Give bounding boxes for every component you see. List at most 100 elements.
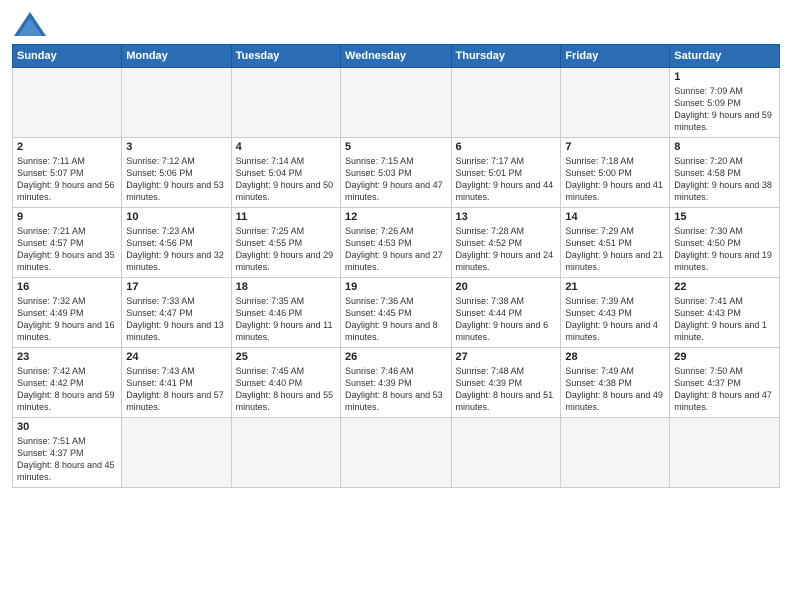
day-number: 4 [236,141,336,153]
day-info: Sunrise: 7:18 AM Sunset: 5:00 PM Dayligh… [565,155,665,204]
day-info: Sunrise: 7:48 AM Sunset: 4:39 PM Dayligh… [456,365,557,414]
day-number: 9 [17,211,117,223]
header [12,10,780,38]
day-cell: 18 Sunrise: 7:35 AM Sunset: 4:46 PM Dayli… [231,278,340,348]
day-info: Sunrise: 7:12 AM Sunset: 5:06 PM Dayligh… [126,155,226,204]
week-row-2: 9 Sunrise: 7:21 AM Sunset: 4:57 PM Daylig… [13,208,780,278]
day-cell: 23 Sunrise: 7:42 AM Sunset: 4:42 PM Dayli… [13,348,122,418]
day-info: Sunrise: 7:26 AM Sunset: 4:53 PM Dayligh… [345,225,446,274]
day-info: Sunrise: 7:30 AM Sunset: 4:50 PM Dayligh… [674,225,775,274]
day-cell: 19 Sunrise: 7:36 AM Sunset: 4:45 PM Dayli… [341,278,451,348]
day-number: 6 [456,141,557,153]
day-number: 10 [126,211,226,223]
day-cell: 6 Sunrise: 7:17 AM Sunset: 5:01 PM Daylig… [451,138,561,208]
day-cell: 27 Sunrise: 7:48 AM Sunset: 4:39 PM Dayli… [451,348,561,418]
day-cell: 22 Sunrise: 7:41 AM Sunset: 4:43 PM Dayli… [670,278,780,348]
day-info: Sunrise: 7:15 AM Sunset: 5:03 PM Dayligh… [345,155,446,204]
day-info: Sunrise: 7:29 AM Sunset: 4:51 PM Dayligh… [565,225,665,274]
day-cell: 3 Sunrise: 7:12 AM Sunset: 5:06 PM Daylig… [122,138,231,208]
day-cell: 20 Sunrise: 7:38 AM Sunset: 4:44 PM Dayli… [451,278,561,348]
day-info: Sunrise: 7:09 AM Sunset: 5:09 PM Dayligh… [674,85,775,134]
day-info: Sunrise: 7:46 AM Sunset: 4:39 PM Dayligh… [345,365,446,414]
day-cell: 17 Sunrise: 7:33 AM Sunset: 4:47 PM Dayli… [122,278,231,348]
day-info: Sunrise: 7:39 AM Sunset: 4:43 PM Dayligh… [565,295,665,344]
day-number: 18 [236,281,336,293]
col-header-thursday: Thursday [451,45,561,68]
day-number: 14 [565,211,665,223]
col-header-sunday: Sunday [13,45,122,68]
calendar-header-row: SundayMondayTuesdayWednesdayThursdayFrid… [13,45,780,68]
day-number: 7 [565,141,665,153]
day-info: Sunrise: 7:38 AM Sunset: 4:44 PM Dayligh… [456,295,557,344]
day-number: 1 [674,71,775,83]
day-cell [122,68,231,138]
col-header-wednesday: Wednesday [341,45,451,68]
day-number: 15 [674,211,775,223]
week-row-0: 1 Sunrise: 7:09 AM Sunset: 5:09 PM Daylig… [13,68,780,138]
day-info: Sunrise: 7:36 AM Sunset: 4:45 PM Dayligh… [345,295,446,344]
day-cell: 7 Sunrise: 7:18 AM Sunset: 5:00 PM Daylig… [561,138,670,208]
day-cell [13,68,122,138]
day-cell [670,418,780,488]
week-row-4: 23 Sunrise: 7:42 AM Sunset: 4:42 PM Dayli… [13,348,780,418]
day-cell: 24 Sunrise: 7:43 AM Sunset: 4:41 PM Dayli… [122,348,231,418]
day-info: Sunrise: 7:25 AM Sunset: 4:55 PM Dayligh… [236,225,336,274]
day-number: 23 [17,351,117,363]
day-number: 19 [345,281,446,293]
day-cell: 10Sunrise: 7:23 AM Sunset: 4:56 PM Dayli… [122,208,231,278]
day-number: 22 [674,281,775,293]
day-cell [341,68,451,138]
day-info: Sunrise: 7:45 AM Sunset: 4:40 PM Dayligh… [236,365,336,414]
day-info: Sunrise: 7:42 AM Sunset: 4:42 PM Dayligh… [17,365,117,414]
day-cell: 13Sunrise: 7:28 AM Sunset: 4:52 PM Dayli… [451,208,561,278]
day-cell: 21Sunrise: 7:39 AM Sunset: 4:43 PM Dayli… [561,278,670,348]
day-info: Sunrise: 7:49 AM Sunset: 4:38 PM Dayligh… [565,365,665,414]
week-row-3: 16 Sunrise: 7:32 AM Sunset: 4:49 PM Dayli… [13,278,780,348]
col-header-friday: Friday [561,45,670,68]
day-cell [231,418,340,488]
day-number: 27 [456,351,557,363]
day-info: Sunrise: 7:43 AM Sunset: 4:41 PM Dayligh… [126,365,226,414]
day-info: Sunrise: 7:51 AM Sunset: 4:37 PM Dayligh… [17,435,117,484]
day-number: 2 [17,141,117,153]
day-cell: 8Sunrise: 7:20 AM Sunset: 4:58 PM Daylig… [670,138,780,208]
day-info: Sunrise: 7:28 AM Sunset: 4:52 PM Dayligh… [456,225,557,274]
day-cell: 9 Sunrise: 7:21 AM Sunset: 4:57 PM Daylig… [13,208,122,278]
day-cell: 2Sunrise: 7:11 AM Sunset: 5:07 PM Daylig… [13,138,122,208]
day-number: 16 [17,281,117,293]
logo-icon [12,10,48,38]
day-number: 20 [456,281,557,293]
day-info: Sunrise: 7:35 AM Sunset: 4:46 PM Dayligh… [236,295,336,344]
day-cell: 30Sunrise: 7:51 AM Sunset: 4:37 PM Dayli… [13,418,122,488]
day-cell: 12Sunrise: 7:26 AM Sunset: 4:53 PM Dayli… [341,208,451,278]
day-info: Sunrise: 7:17 AM Sunset: 5:01 PM Dayligh… [456,155,557,204]
day-number: 11 [236,211,336,223]
day-info: Sunrise: 7:41 AM Sunset: 4:43 PM Dayligh… [674,295,775,344]
day-cell: 25 Sunrise: 7:45 AM Sunset: 4:40 PM Dayli… [231,348,340,418]
day-cell: 1 Sunrise: 7:09 AM Sunset: 5:09 PM Daylig… [670,68,780,138]
col-header-monday: Monday [122,45,231,68]
day-info: Sunrise: 7:33 AM Sunset: 4:47 PM Dayligh… [126,295,226,344]
day-cell [561,418,670,488]
day-cell [451,68,561,138]
day-info: Sunrise: 7:32 AM Sunset: 4:49 PM Dayligh… [17,295,117,344]
week-row-1: 2Sunrise: 7:11 AM Sunset: 5:07 PM Daylig… [13,138,780,208]
day-cell: 29Sunrise: 7:50 AM Sunset: 4:37 PM Dayli… [670,348,780,418]
day-number: 17 [126,281,226,293]
day-number: 25 [236,351,336,363]
calendar: SundayMondayTuesdayWednesdayThursdayFrid… [12,44,780,488]
col-header-tuesday: Tuesday [231,45,340,68]
col-header-saturday: Saturday [670,45,780,68]
day-number: 28 [565,351,665,363]
day-cell [451,418,561,488]
day-number: 5 [345,141,446,153]
day-number: 24 [126,351,226,363]
week-row-5: 30Sunrise: 7:51 AM Sunset: 4:37 PM Dayli… [13,418,780,488]
day-cell: 26Sunrise: 7:46 AM Sunset: 4:39 PM Dayli… [341,348,451,418]
day-info: Sunrise: 7:50 AM Sunset: 4:37 PM Dayligh… [674,365,775,414]
day-info: Sunrise: 7:21 AM Sunset: 4:57 PM Dayligh… [17,225,117,274]
day-number: 3 [126,141,226,153]
day-cell: 5 Sunrise: 7:15 AM Sunset: 5:03 PM Daylig… [341,138,451,208]
day-info: Sunrise: 7:14 AM Sunset: 5:04 PM Dayligh… [236,155,336,204]
day-cell [561,68,670,138]
